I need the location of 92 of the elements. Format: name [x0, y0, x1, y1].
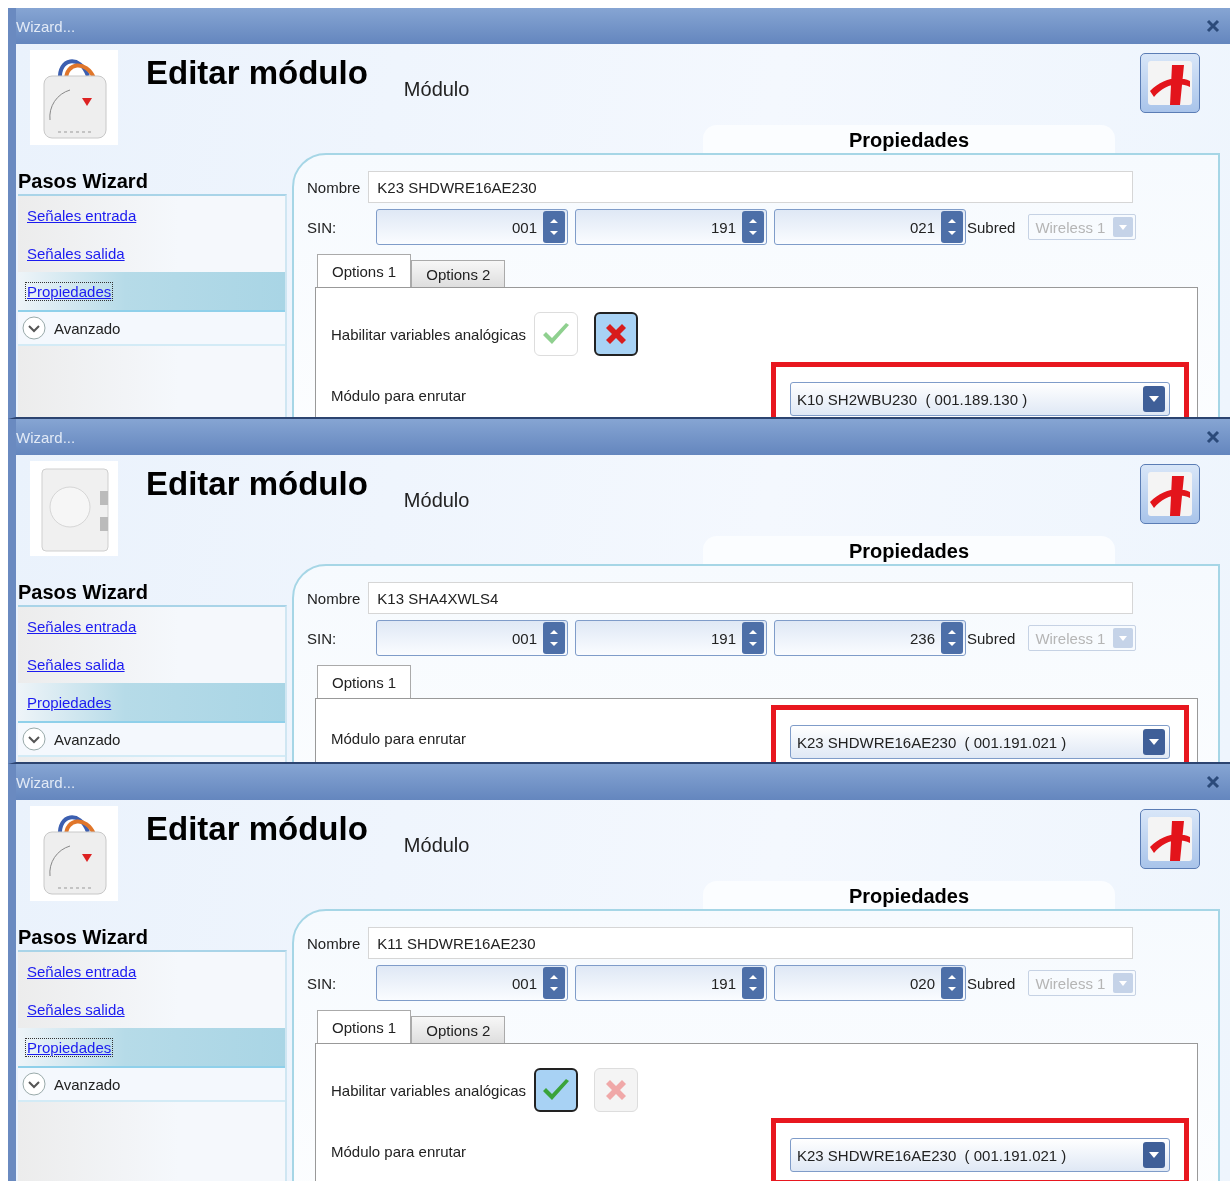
spin-buttons-icon[interactable] [941, 211, 963, 243]
page-heading: Editar módulo [146, 465, 368, 503]
spin-buttons-icon[interactable] [543, 622, 565, 654]
steps-title: Pasos Wizard [18, 581, 149, 605]
page-subheading: Módulo [403, 489, 470, 512]
window-title: Wizard... [16, 428, 76, 446]
route-label: Módulo para enrutar [331, 730, 467, 747]
steps-title: Pasos Wizard [18, 926, 149, 950]
route-dropdown[interactable]: K10 SH2WBU230 ( 001.189.130 ) [790, 382, 1170, 416]
options-tab[interactable]: Options 1 [317, 254, 412, 287]
advanced-expander[interactable]: Avanzado [18, 1068, 285, 1102]
name-label: Nombre [307, 934, 361, 952]
name-label: Nombre [307, 589, 361, 607]
sin-label: SIN: [307, 218, 338, 236]
spin-buttons-icon[interactable] [543, 211, 565, 243]
enable-button[interactable] [534, 1068, 579, 1112]
step-link[interactable]: Señales salida [25, 654, 127, 674]
pdf-icon [1148, 817, 1192, 861]
step-link[interactable]: Señales entrada [25, 205, 139, 225]
pdf-icon [1148, 472, 1192, 516]
spin-field[interactable]: 001 [376, 209, 568, 245]
check-icon [541, 322, 572, 346]
spin-buttons-icon[interactable] [941, 967, 963, 999]
step-item[interactable]: Señales salida [18, 990, 285, 1028]
analog-label: Habilitar variables analógicas [331, 325, 527, 343]
step-link[interactable]: Señales salida [25, 243, 127, 263]
window-title: Wizard... [16, 17, 76, 35]
spin-field[interactable]: 236 [774, 620, 966, 656]
spin-field[interactable]: 001 [376, 965, 568, 1001]
spin-buttons-icon[interactable] [742, 211, 764, 243]
name-label: Nombre [307, 178, 361, 196]
subnet-label: Subred [967, 218, 1016, 236]
step-item[interactable]: Señales entrada [18, 196, 285, 234]
check-icon [541, 1078, 572, 1102]
route-label: Módulo para enrutar [331, 387, 467, 404]
route-dropdown[interactable]: K23 SHDWRE16AE230 ( 001.191.021 ) [790, 1138, 1170, 1172]
route-label: Módulo para enrutar [331, 1143, 467, 1160]
disable-button[interactable] [594, 312, 639, 356]
step-item[interactable]: Señales salida [18, 645, 285, 683]
sin-label: SIN: [307, 974, 338, 992]
advanced-expander[interactable]: Avanzado [18, 723, 285, 757]
spin-buttons-icon[interactable] [742, 967, 764, 999]
options-tab[interactable]: Options 2 [411, 1016, 506, 1043]
pdf-button[interactable] [1140, 809, 1200, 869]
name-field[interactable]: K11 SHDWRE16AE230 [368, 927, 1134, 959]
spin-field[interactable]: 191 [575, 965, 767, 1001]
step-item[interactable]: Señales entrada [18, 607, 285, 645]
options-tab[interactable]: Options 2 [411, 260, 506, 287]
step-item[interactable]: Propiedades [18, 1028, 285, 1068]
step-item[interactable]: Señales entrada [18, 952, 285, 990]
name-field[interactable]: K23 SHDWRE16AE230 [368, 171, 1134, 203]
step-item[interactable]: Señales salida [18, 234, 285, 272]
step-link[interactable]: Señales entrada [25, 616, 139, 636]
advanced-label: Avanzado [54, 1075, 121, 1093]
spin-field[interactable]: 191 [575, 209, 767, 245]
spin-field[interactable]: 020 [774, 965, 966, 1001]
page-heading: Editar módulo [146, 810, 368, 848]
page-heading: Editar módulo [146, 54, 368, 92]
step-item[interactable]: Propiedades [18, 683, 285, 723]
steps-title: Pasos Wizard [18, 170, 149, 194]
spin-buttons-icon[interactable] [543, 967, 565, 999]
step-link[interactable]: Señales entrada [25, 961, 139, 981]
step-link[interactable]: Propiedades [25, 1037, 114, 1057]
advanced-label: Avanzado [54, 319, 121, 337]
step-link[interactable]: Propiedades [25, 692, 114, 712]
advanced-expander[interactable]: Avanzado [18, 312, 285, 346]
options-tab[interactable]: Options 1 [317, 1010, 412, 1043]
close-icon[interactable] [1206, 430, 1220, 444]
options-tab[interactable]: Options 1 [317, 665, 412, 698]
advanced-label: Avanzado [54, 730, 121, 748]
spin-buttons-icon[interactable] [941, 622, 963, 654]
spin-field[interactable]: 021 [774, 209, 966, 245]
step-item[interactable]: Propiedades [18, 272, 285, 312]
spin-field[interactable]: 001 [376, 620, 568, 656]
window-title: Wizard... [16, 773, 76, 791]
close-icon[interactable] [1206, 775, 1220, 789]
step-link[interactable]: Propiedades [25, 281, 114, 301]
page-subheading: Módulo [403, 78, 470, 101]
route-dropdown[interactable]: K23 SHDWRE16AE230 ( 001.191.021 ) [790, 725, 1170, 759]
pdf-icon [1148, 61, 1192, 105]
analog-label: Habilitar variables analógicas [331, 1081, 527, 1099]
subnet-label: Subred [967, 974, 1016, 992]
spin-field[interactable]: 191 [575, 620, 767, 656]
close-icon[interactable] [1206, 19, 1220, 33]
sin-label: SIN: [307, 629, 338, 647]
step-link[interactable]: Señales salida [25, 999, 127, 1019]
subnet-label: Subred [967, 629, 1016, 647]
spin-buttons-icon[interactable] [742, 622, 764, 654]
pdf-button[interactable] [1140, 53, 1200, 113]
page-subheading: Módulo [403, 834, 470, 857]
pdf-button[interactable] [1140, 464, 1200, 524]
name-field[interactable]: K13 SHA4XWLS4 [368, 582, 1134, 614]
